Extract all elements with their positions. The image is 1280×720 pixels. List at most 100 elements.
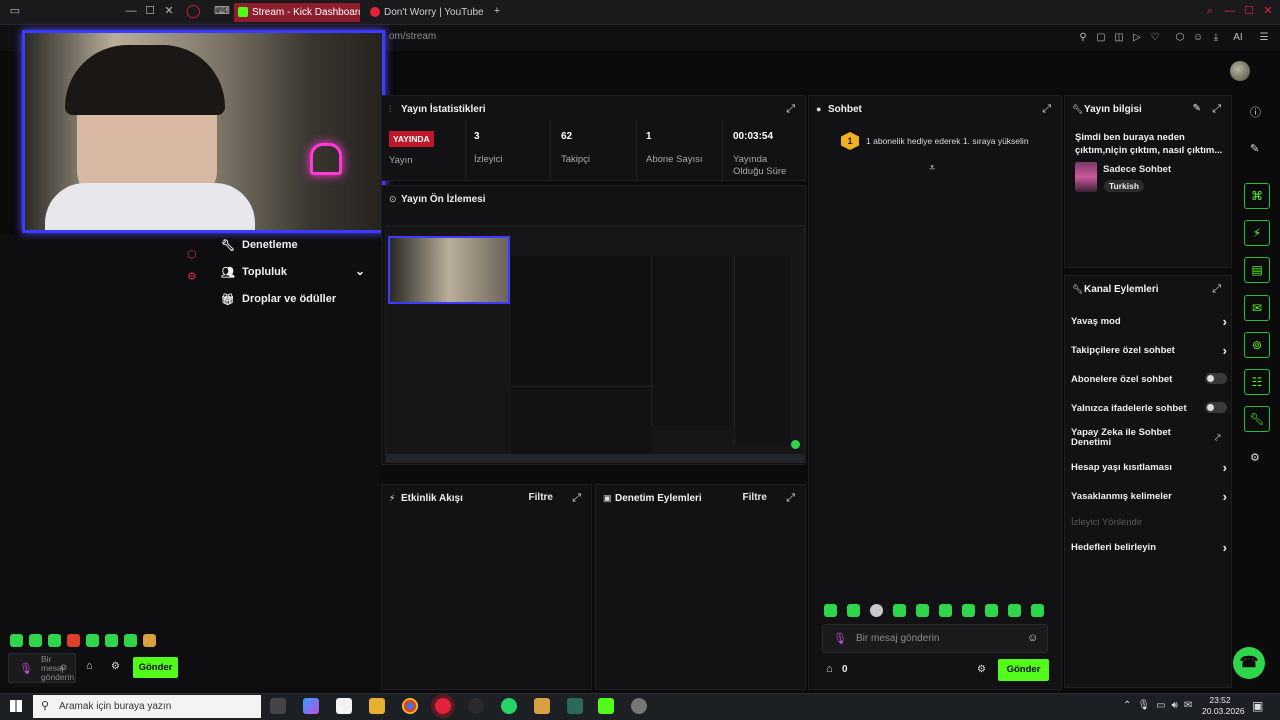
channel-action-slow-mode[interactable]: Yavaş mod › bbox=[1071, 314, 1227, 329]
settings-icon[interactable]: ⚙ bbox=[1250, 451, 1260, 464]
emote-icon[interactable] bbox=[143, 634, 156, 647]
emote-icon[interactable] bbox=[870, 604, 883, 617]
emote-icon[interactable] bbox=[962, 604, 975, 617]
channel-action-account-age[interactable]: Hesap yaşı kısıtlaması › bbox=[1071, 460, 1227, 475]
nav-item-droplar[interactable]: 🎁︎ Droplar ve ödüller bbox=[221, 293, 336, 306]
clip-icon[interactable]: ⌘ bbox=[1244, 183, 1270, 209]
tab-youtube[interactable]: Don't Worry | YouTube bbox=[366, 3, 484, 22]
left-chat-input[interactable]: 🎙︎ Bir mesaj gönderin ☺ bbox=[8, 653, 76, 683]
opera-icon[interactable] bbox=[435, 698, 451, 714]
kick-app-icon[interactable] bbox=[598, 698, 614, 714]
new-tab-icon[interactable]: + bbox=[490, 4, 504, 18]
opera-logo-icon[interactable]: ◯ bbox=[186, 4, 201, 18]
windows-start-icon[interactable] bbox=[10, 700, 22, 712]
app-icon[interactable] bbox=[567, 698, 583, 714]
scroll-down-icon[interactable]: ⩡ bbox=[929, 162, 935, 175]
expand-icon[interactable]: ⤢ bbox=[786, 103, 795, 116]
filter-button[interactable]: Filtre bbox=[743, 492, 767, 503]
settings-app-icon[interactable] bbox=[631, 698, 647, 714]
close-icon[interactable]: ✕ bbox=[162, 4, 176, 18]
lightning-icon[interactable]: ⚡︎ bbox=[1244, 220, 1270, 246]
menu-icon[interactable]: ☰ bbox=[1258, 32, 1270, 44]
chrome-icon[interactable] bbox=[402, 698, 418, 714]
emote-icon[interactable] bbox=[86, 634, 99, 647]
media-icon[interactable] bbox=[534, 698, 550, 714]
emote-icon[interactable] bbox=[916, 604, 929, 617]
store-icon[interactable]: ⌂ bbox=[86, 660, 93, 672]
edit-icon[interactable]: ✎ bbox=[1193, 103, 1201, 114]
task-view-icon[interactable] bbox=[270, 698, 286, 714]
emote-icon[interactable] bbox=[1031, 604, 1044, 617]
heart-icon[interactable]: ♡ bbox=[1149, 32, 1161, 44]
filter-button[interactable]: Filtre bbox=[529, 492, 553, 503]
store-icon[interactable]: ⌂ bbox=[826, 663, 833, 675]
channel-action-followers-only[interactable]: Takipçilere özel sohbet › bbox=[1071, 343, 1227, 358]
emote-icon[interactable] bbox=[824, 604, 837, 617]
toggle-switch[interactable] bbox=[1205, 402, 1227, 413]
channel-action-banned-words[interactable]: Yasaklanmış kelimeler › bbox=[1071, 489, 1227, 504]
expand-icon[interactable]: ⤢ bbox=[1042, 103, 1051, 116]
emote-icon[interactable] bbox=[893, 604, 906, 617]
broadcast-icon[interactable]: ⊚ bbox=[1244, 332, 1270, 358]
account-icon[interactable]: ☺ bbox=[1192, 32, 1204, 44]
notifications-icon[interactable]: ▣ bbox=[1252, 699, 1263, 713]
emote-icon[interactable] bbox=[939, 604, 952, 617]
whatsapp-icon[interactable] bbox=[501, 698, 517, 714]
pin-icon[interactable]: ⚲ bbox=[1077, 32, 1089, 44]
minimize-window-icon[interactable]: — bbox=[1223, 4, 1237, 18]
maximize-window-icon[interactable]: ☐ bbox=[1242, 4, 1256, 18]
emote-icon[interactable] bbox=[105, 634, 118, 647]
tab-menu-icon[interactable]: ⌨ bbox=[214, 4, 230, 18]
channel-action-ai-moderation[interactable]: Yapay Zeka ile Sohbet Denetimi bbox=[1071, 428, 1183, 448]
emote-icon[interactable] bbox=[124, 634, 137, 647]
document-icon[interactable]: ▤ bbox=[1244, 257, 1270, 283]
download-icon[interactable]: ⤓ bbox=[1210, 32, 1222, 44]
file-explorer-icon[interactable] bbox=[369, 698, 385, 714]
expand-icon[interactable]: ⤢ bbox=[572, 492, 581, 505]
app-icon[interactable] bbox=[468, 698, 484, 714]
nav-item-denetleme[interactable]: 🔧︎ Denetleme bbox=[221, 239, 298, 252]
expand-icon[interactable]: ⤢ bbox=[1212, 283, 1221, 296]
play-icon[interactable]: ▷ bbox=[1131, 32, 1143, 44]
hexagon-icon[interactable]: ⬡ bbox=[187, 248, 197, 261]
left-send-button[interactable]: Gönder bbox=[133, 657, 178, 678]
notepad-icon[interactable] bbox=[336, 698, 352, 714]
emote-icon[interactable] bbox=[67, 634, 80, 647]
extensions-icon[interactable]: ⬡ bbox=[1174, 32, 1186, 44]
emote-icon[interactable] bbox=[10, 634, 23, 647]
wrench-icon[interactable]: 🔧︎ bbox=[1244, 406, 1270, 432]
snapshot-icon[interactable]: ▢ bbox=[1095, 32, 1107, 44]
close-window-icon[interactable]: ✕ bbox=[1261, 4, 1275, 18]
category-name[interactable]: Sadece Sohbet bbox=[1103, 164, 1171, 175]
external-link-icon[interactable]: ⤤ bbox=[1215, 433, 1221, 444]
emote-icon[interactable] bbox=[29, 634, 42, 647]
taskbar-search-input[interactable]: ⚲ Aramak için buraya yazın bbox=[33, 695, 261, 718]
toggle-switch[interactable] bbox=[1205, 373, 1227, 384]
system-tray-icons[interactable]: ⌃🎙︎▭🔊︎✉ bbox=[1123, 700, 1198, 711]
support-button[interactable]: ☎ bbox=[1233, 647, 1265, 679]
layers-icon[interactable]: ☷ bbox=[1244, 369, 1270, 395]
emote-icon[interactable] bbox=[847, 604, 860, 617]
flow-icon[interactable]: ◫ bbox=[1113, 32, 1125, 44]
emote-icon[interactable] bbox=[985, 604, 998, 617]
url-field[interactable]: om/stream bbox=[389, 31, 436, 42]
clock[interactable]: 23:52 20.03.2026 bbox=[1202, 695, 1245, 717]
sidebar-toggle-icon[interactable]: ▭ bbox=[8, 4, 22, 18]
avatar[interactable] bbox=[1230, 61, 1250, 81]
maximize-icon[interactable]: ☐ bbox=[143, 4, 157, 18]
emote-icon[interactable] bbox=[1008, 604, 1021, 617]
minimize-icon[interactable]: — bbox=[124, 4, 138, 18]
chat-bubble-icon[interactable]: ✉ bbox=[1244, 295, 1270, 321]
channel-action-goals[interactable]: Hedefleri belirleyin › bbox=[1071, 540, 1227, 555]
expand-icon[interactable]: ⤢ bbox=[1212, 103, 1221, 116]
pencil-icon[interactable]: ✎ bbox=[1250, 142, 1259, 155]
tab-kick-dashboard[interactable]: Stream - Kick Dashboard bbox=[234, 3, 360, 22]
expand-icon[interactable]: ⤢ bbox=[786, 492, 795, 505]
nav-item-topluluk[interactable]: 👥︎ Topluluk ⌄ bbox=[221, 264, 365, 279]
send-button[interactable]: Gönder bbox=[998, 659, 1049, 681]
copilot-icon[interactable] bbox=[303, 698, 319, 714]
settings-icon[interactable]: ⚙ bbox=[111, 661, 120, 672]
search-icon[interactable]: ⌕ bbox=[1203, 4, 1217, 18]
chat-input[interactable]: 🎙︎ Bir mesaj gönderin ☺ bbox=[822, 624, 1048, 653]
settings-icon[interactable]: ⚙ bbox=[187, 270, 197, 283]
